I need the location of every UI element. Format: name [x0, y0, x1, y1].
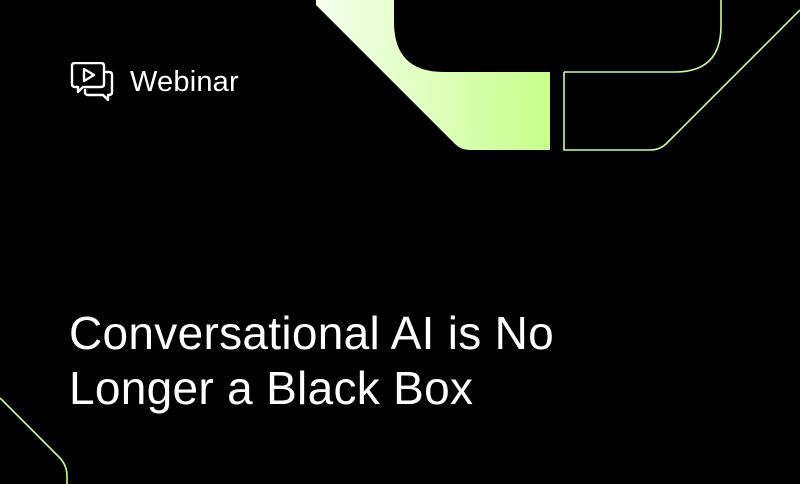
category-label: Webinar	[70, 62, 239, 102]
category-label-text: Webinar	[130, 65, 239, 98]
outline-bracket-shape	[564, 0, 722, 73]
video-chat-icon	[70, 62, 114, 102]
outline-parallelogram-shape	[563, 9, 800, 151]
gradient-slab-shape	[316, 0, 550, 150]
outline-corner-shape	[0, 397, 68, 484]
page-title: Conversational AI is No Longer a Black B…	[69, 306, 749, 416]
webinar-card: Webinar Conversational AI is No Longer a…	[0, 0, 800, 484]
title-line-2: Longer a Black Box	[69, 362, 474, 414]
title-line-1: Conversational AI is No	[69, 307, 555, 359]
